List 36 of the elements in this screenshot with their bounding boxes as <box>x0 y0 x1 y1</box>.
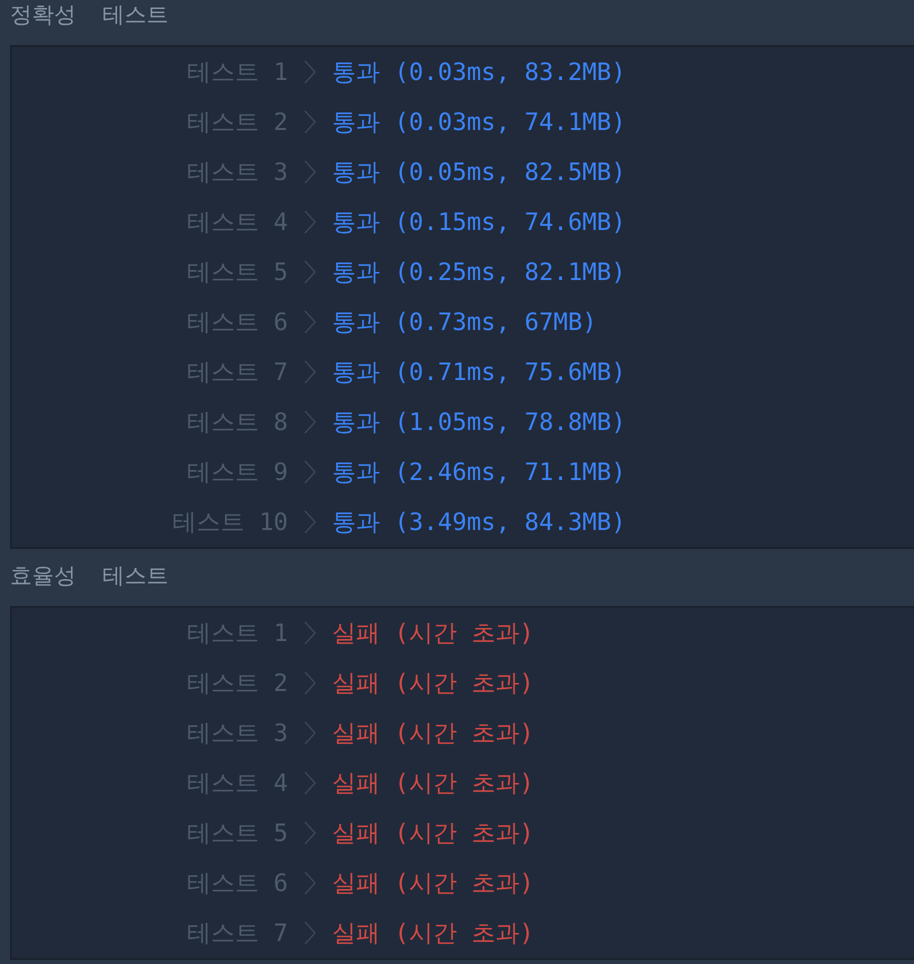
chevron-icon <box>304 410 316 434</box>
test-result: 실패 (시간 초과) <box>332 818 534 849</box>
chevron-icon <box>304 871 316 895</box>
chevron-icon <box>304 460 316 484</box>
chevron-icon <box>304 160 316 184</box>
test-result: 실패 (시간 초과) <box>332 718 534 749</box>
test-result: 통과 (2.46ms, 71.1MB) <box>332 457 626 488</box>
test-result: 실패 (시간 초과) <box>332 918 534 949</box>
test-result: 통과 (0.73ms, 67MB) <box>332 307 597 338</box>
test-result: 통과 (0.25ms, 82.1MB) <box>332 257 626 288</box>
chevron-icon <box>304 771 316 795</box>
test-result: 통과 (3.49ms, 84.3MB) <box>332 507 626 538</box>
section-heading: 효율성 테스트 <box>9 562 170 590</box>
test-result: 실패 (시간 초과) <box>332 618 534 649</box>
chevron-icon <box>304 821 316 845</box>
test-result: 통과 (0.03ms, 74.1MB) <box>332 107 626 138</box>
chevron-icon <box>304 110 316 134</box>
test-result: 통과 (0.05ms, 82.5MB) <box>332 157 626 188</box>
test-result: 실패 (시간 초과) <box>332 768 534 799</box>
test-result: 실패 (시간 초과) <box>332 668 534 699</box>
chevron-icon <box>304 260 316 284</box>
test-result: 통과 (0.03ms, 83.2MB) <box>332 57 626 88</box>
section-heading: 정확성 테스트 <box>9 2 170 30</box>
chevron-icon <box>304 671 316 695</box>
chevron-icon <box>304 510 316 534</box>
chevron-icon <box>304 921 316 945</box>
chevron-icon <box>304 60 316 84</box>
test-result: 실패 (시간 초과) <box>332 868 534 899</box>
chevron-icon <box>304 721 316 745</box>
chevron-icon <box>304 360 316 384</box>
test-result: 통과 (0.15ms, 74.6MB) <box>332 207 626 238</box>
test-result: 통과 (1.05ms, 78.8MB) <box>332 407 626 438</box>
chevron-icon <box>304 210 316 234</box>
chevron-icon <box>304 621 316 645</box>
test-result: 통과 (0.71ms, 75.6MB) <box>332 357 626 388</box>
chevron-icon <box>304 310 316 334</box>
